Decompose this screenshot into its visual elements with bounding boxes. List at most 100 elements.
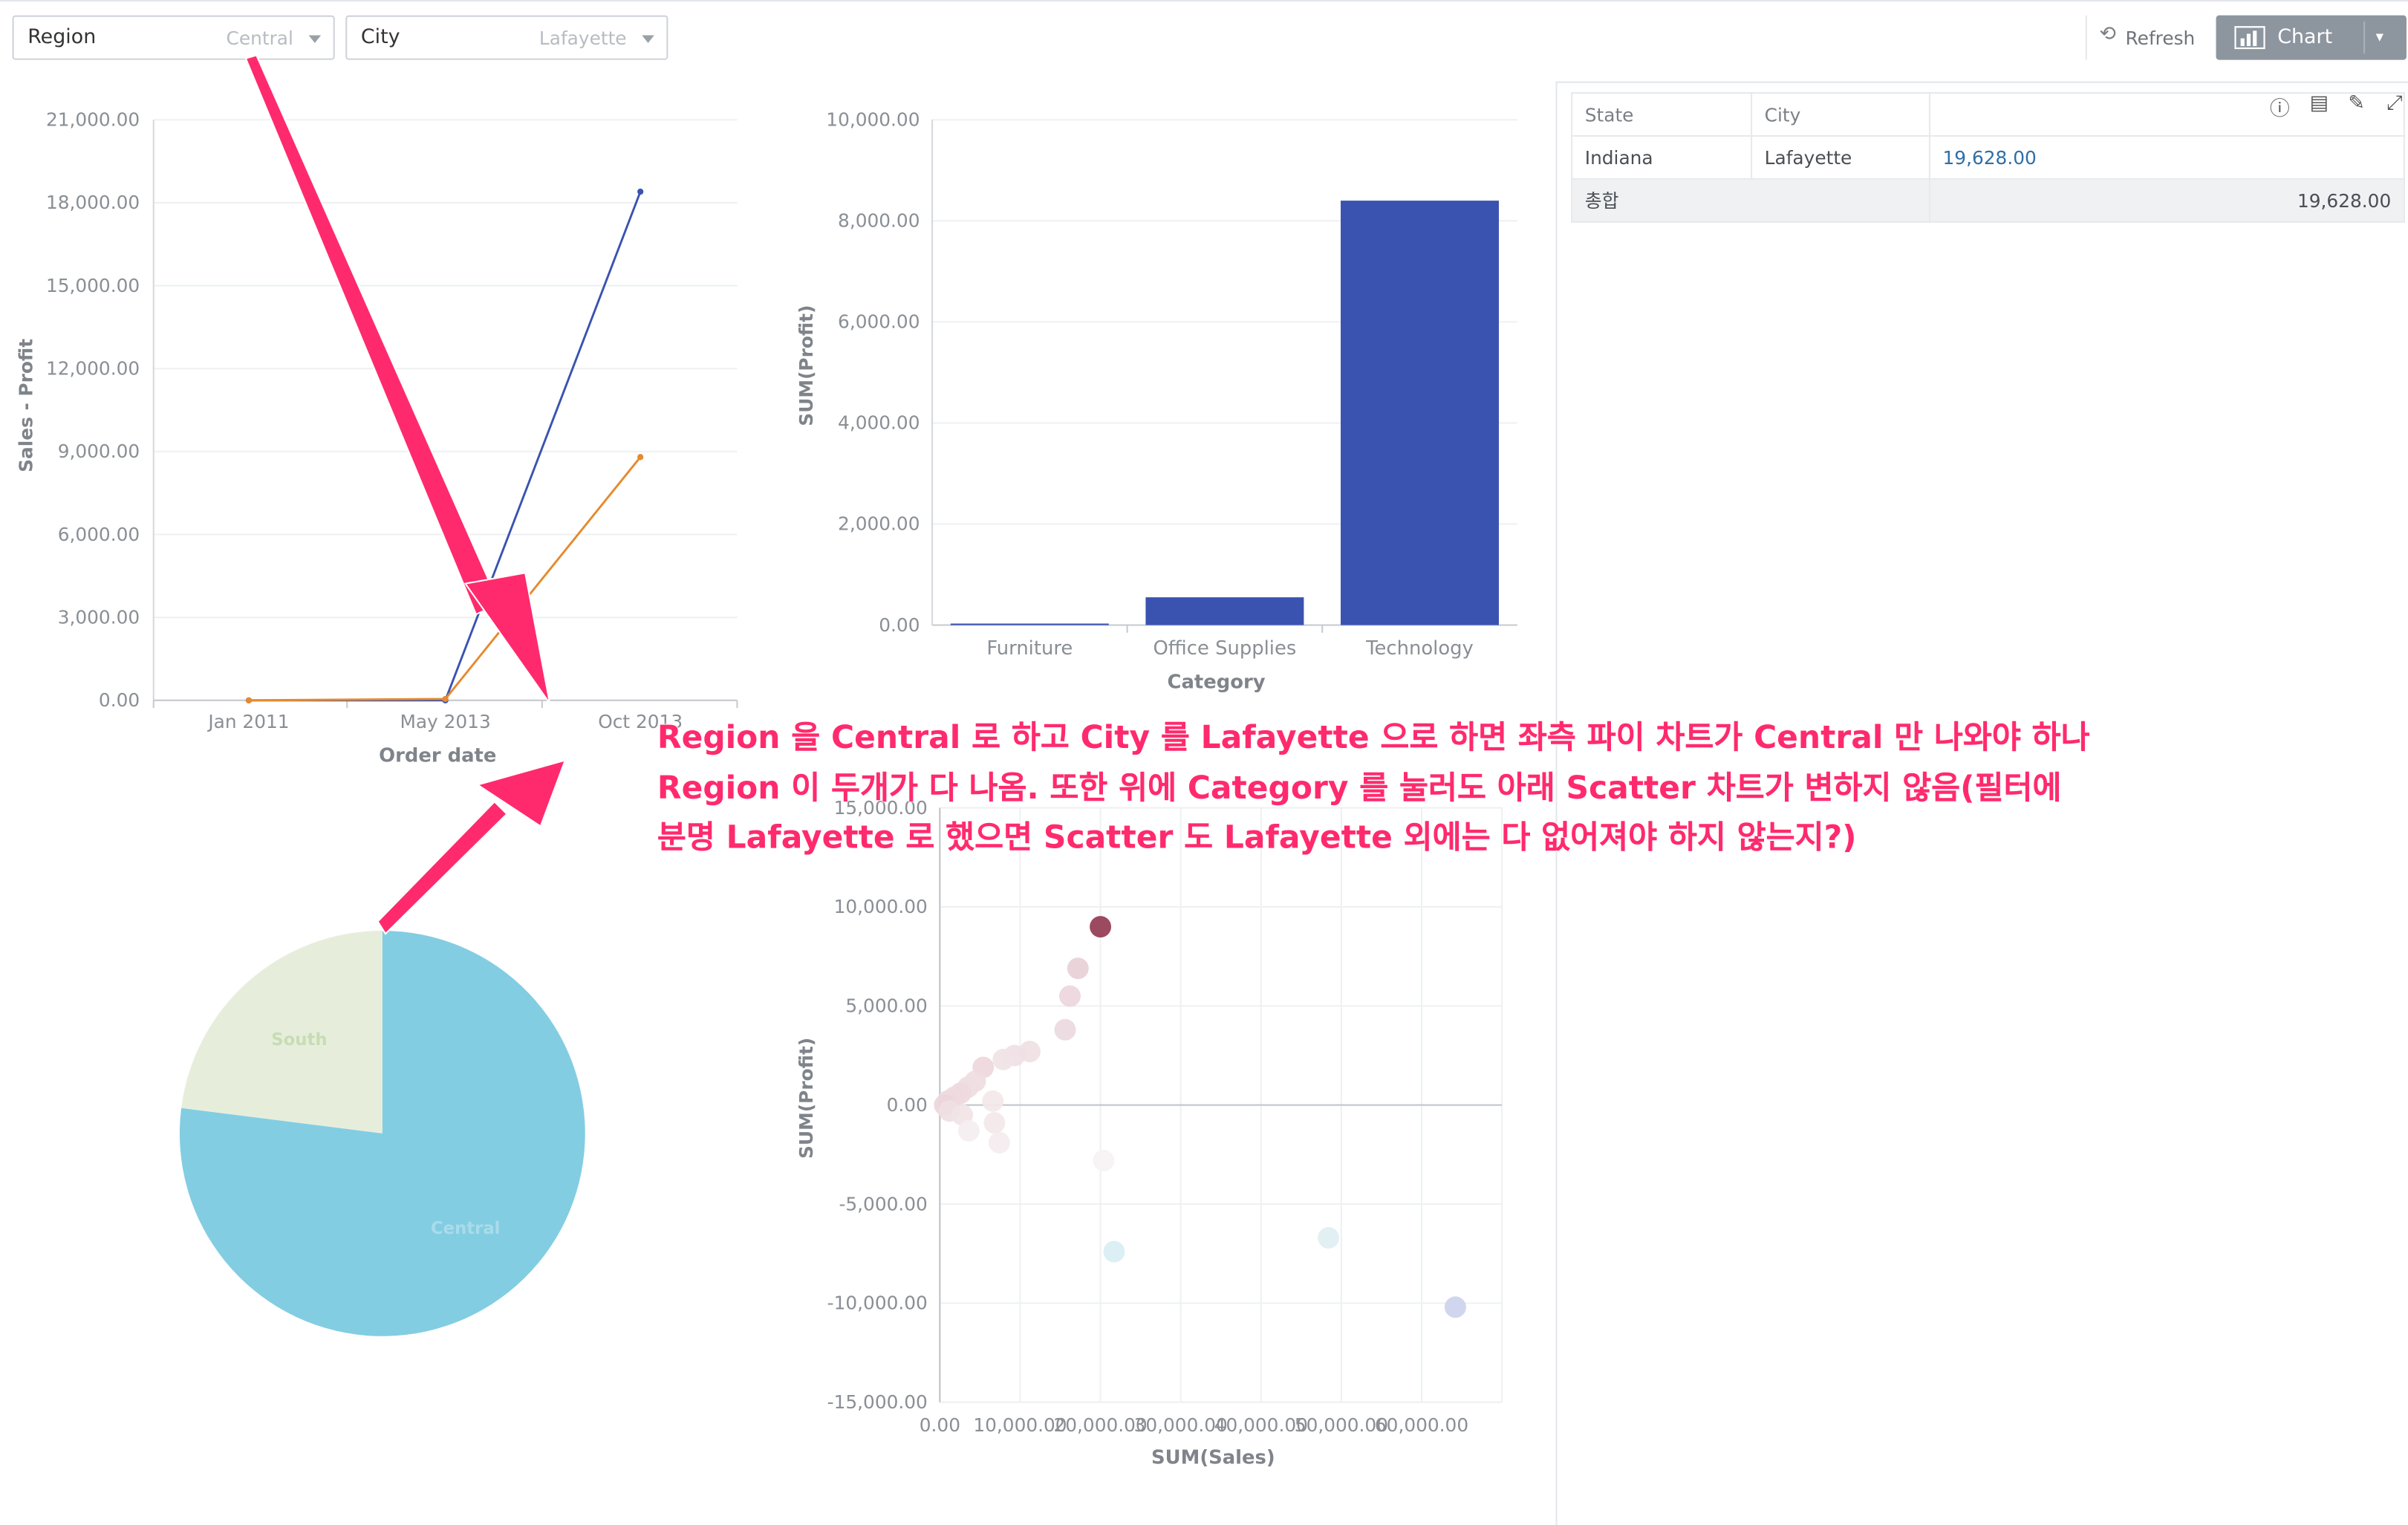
line-chart-grid xyxy=(152,119,738,709)
y-tick-label: 15,000.00 xyxy=(46,275,140,296)
line-chart-series xyxy=(245,188,644,703)
bar-chart-y-ticks: 0.00 2,000.00 4,000.00 6,000.00 8,000.00 10,0… xyxy=(826,109,920,636)
chevron-down-icon xyxy=(308,35,322,43)
bar-chart-y-label: SUM(Profit) xyxy=(795,305,817,426)
line-chart-x-ticks: Jan 2011 May 2013 Oct 2013 xyxy=(206,711,683,732)
table-total-row: 총합 19,628.00 xyxy=(1571,178,2405,223)
chart-label: Chart xyxy=(2277,26,2333,50)
scatter-chart-x-ticks: 0.00 10,000.0020,000.0030,000.0040,000.00… xyxy=(920,1414,1468,1436)
series-point[interactable] xyxy=(637,188,644,195)
region-filter[interactable]: Region Central xyxy=(12,15,335,60)
annotation-text: Region 을 Central 로 하고 City 를 Lafayette 으… xyxy=(657,718,2090,856)
y-tick-label: 0.00 xyxy=(887,1094,928,1116)
scatter-point[interactable] xyxy=(983,1112,1006,1134)
total-label: 총합 xyxy=(1571,178,1930,223)
y-tick-label: 21,000.00 xyxy=(46,109,140,131)
y-tick-label: 4,000.00 xyxy=(838,412,920,434)
y-tick-label: -15,000.00 xyxy=(827,1391,928,1413)
region-filter-value: Central xyxy=(226,27,293,50)
table-row: Indiana Lafayette 19,628.00 xyxy=(1571,134,2405,180)
scatter-point[interactable] xyxy=(1103,1241,1125,1263)
scatter-point[interactable] xyxy=(992,1048,1015,1070)
scatter-point[interactable] xyxy=(1318,1226,1340,1249)
pie-chart-slices xyxy=(179,930,585,1336)
total-value: 19,628.00 xyxy=(1928,178,2405,223)
scatter-point[interactable] xyxy=(1444,1296,1466,1318)
series-point[interactable] xyxy=(245,697,253,703)
x-tick-label: Technology xyxy=(1365,637,1474,660)
scatter-point[interactable] xyxy=(1054,1018,1076,1041)
x-tick-label: Jan 2011 xyxy=(206,711,289,732)
x-tick-label: 60,000.00 xyxy=(1375,1414,1468,1436)
bar-chart-bars xyxy=(950,201,1499,625)
scatter-chart: -15,000.00 -10,000.00 -5,000.00 0.00 5,000.0… xyxy=(795,797,1503,1469)
city-filter-value: Lafayette xyxy=(538,27,627,50)
series-line[interactable] xyxy=(248,191,642,702)
scatter-chart-y-label: SUM(Profit) xyxy=(795,1038,817,1159)
chart-icon xyxy=(2234,26,2265,50)
pie-slice-label: South xyxy=(271,1030,327,1050)
bar[interactable] xyxy=(1145,597,1304,625)
scatter-point[interactable] xyxy=(1093,1149,1115,1171)
table-header-row: State City xyxy=(1571,92,2405,137)
y-tick-label: 3,000.00 xyxy=(58,606,140,628)
chevron-down-icon[interactable]: ▾ xyxy=(2376,29,2383,46)
bar-chart: 0.00 2,000.00 4,000.00 6,000.00 8,000.00 10,0… xyxy=(795,109,1517,693)
scatter-point[interactable] xyxy=(1090,916,1112,938)
line-chart-x-label: Order date xyxy=(379,745,496,767)
x-tick-label: 0.00 xyxy=(920,1414,960,1436)
chart-button[interactable]: Chart ▾ xyxy=(2216,15,2407,60)
scatter-point[interactable] xyxy=(1067,957,1089,980)
line-chart: 0.00 3,000.00 6,000.00 9,000.00 12,000.00 15,… xyxy=(15,109,738,767)
y-tick-label: 6,000.00 xyxy=(838,311,920,333)
scatter-chart-points xyxy=(934,916,1466,1318)
scatter-point[interactable] xyxy=(957,1119,980,1142)
x-tick-label: May 2013 xyxy=(400,711,490,732)
series-point[interactable] xyxy=(442,695,449,703)
y-tick-label: -5,000.00 xyxy=(839,1193,927,1215)
x-tick-label: Office Supplies xyxy=(1153,637,1296,660)
top-divider xyxy=(0,0,2408,2)
cell-city: Lafayette xyxy=(1751,134,1930,180)
scatter-point[interactable] xyxy=(982,1090,1004,1112)
refresh-button[interactable]: ⟲ Refresh xyxy=(2085,15,2199,60)
y-tick-label: 6,000.00 xyxy=(58,524,140,545)
refresh-icon: ⟲ xyxy=(2099,23,2116,47)
bar-chart-x-ticks: Furniture Office Supplies Technology xyxy=(986,637,1473,660)
y-tick-label: 10,000.00 xyxy=(826,109,920,131)
y-tick-label: 0.00 xyxy=(879,614,920,636)
column-header-value[interactable] xyxy=(1928,92,2405,137)
x-tick-label: Furniture xyxy=(986,637,1073,660)
y-tick-label: 8,000.00 xyxy=(838,210,920,232)
city-filter-label: City xyxy=(360,26,400,50)
y-tick-label: -10,000.00 xyxy=(827,1292,928,1314)
bar[interactable] xyxy=(950,623,1109,625)
y-tick-label: 10,000.00 xyxy=(834,896,928,917)
bar-chart-x-label: Category xyxy=(1168,671,1266,693)
bar[interactable] xyxy=(1341,201,1499,625)
divider xyxy=(2363,21,2366,54)
city-filter[interactable]: City Lafayette xyxy=(345,15,668,60)
column-header-city[interactable]: City xyxy=(1751,92,1930,137)
scatter-chart-x-label: SUM(Sales) xyxy=(1151,1446,1275,1469)
y-tick-label: 2,000.00 xyxy=(838,513,920,535)
column-header-state[interactable]: State xyxy=(1571,92,1753,137)
scatter-point[interactable] xyxy=(1059,985,1081,1007)
y-tick-label: 0.00 xyxy=(99,689,140,711)
pivot-table: State City Indiana Lafayette 19,628.00 총… xyxy=(1571,92,2405,223)
chevron-down-icon xyxy=(642,35,654,43)
series-point[interactable] xyxy=(637,454,644,461)
y-tick-label: 9,000.00 xyxy=(58,440,140,462)
dashboard: Region Central City Lafayette ⟲ Refresh … xyxy=(0,0,2408,1525)
scatter-chart-y-ticks: -15,000.00 -10,000.00 -5,000.00 0.00 5,000.0… xyxy=(827,797,928,1413)
pie-slice-label: Central xyxy=(431,1219,501,1238)
y-tick-label: 18,000.00 xyxy=(46,192,140,213)
line-chart-y-label: Sales - Profit xyxy=(15,339,36,472)
scatter-point[interactable] xyxy=(988,1131,1010,1154)
series-line[interactable] xyxy=(248,456,642,702)
region-filter-label: Region xyxy=(27,26,97,50)
y-tick-label: 5,000.00 xyxy=(845,995,927,1017)
y-tick-label: 12,000.00 xyxy=(46,357,140,379)
cell-value[interactable]: 19,628.00 xyxy=(1928,134,2405,180)
refresh-label: Refresh xyxy=(2125,27,2196,50)
